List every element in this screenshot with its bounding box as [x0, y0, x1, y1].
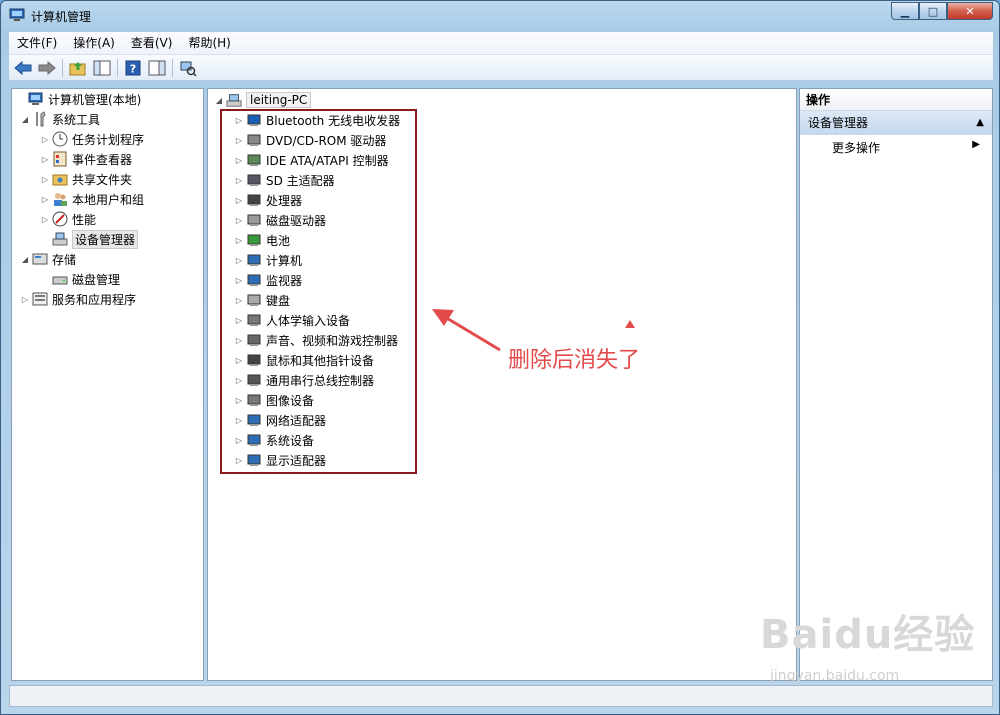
actions-group-device-manager[interactable]: 设备管理器 ▲: [800, 111, 992, 135]
expand-arrow-icon[interactable]: ▷: [40, 135, 50, 144]
computer-name: leiting-PC: [246, 92, 312, 108]
menu-bar: 文件(F) 操作(A) 查看(V) 帮助(H): [9, 32, 993, 55]
scan-hardware-icon: [180, 61, 197, 76]
toolbar-separator: [62, 58, 63, 77]
status-bar: [9, 685, 993, 707]
tree-item-root[interactable]: 计算机管理(本地): [16, 89, 141, 109]
annotation-arrow-icon: [432, 309, 501, 352]
collapse-up-icon[interactable]: ▲: [976, 111, 984, 135]
tree-item-system-tools[interactable]: ◢ 系统工具: [20, 109, 100, 129]
tree-label: 服务和应用程序: [52, 292, 137, 307]
toolbar-separator: [172, 58, 173, 77]
tree-label: 本地用户和组: [72, 192, 145, 207]
close-button[interactable]: ✕: [947, 2, 993, 20]
highlight-box: [220, 109, 417, 474]
svg-text:?: ?: [130, 62, 136, 75]
tree-item-disk-management[interactable]: 磁盘管理: [40, 269, 120, 289]
menu-help[interactable]: 帮助(H): [180, 33, 238, 53]
minimize-icon: ▁: [900, 4, 910, 18]
tree-label-selected: 设备管理器: [72, 229, 139, 249]
computer-management-icon: [28, 91, 44, 107]
tree-label: 存储: [52, 252, 77, 267]
collapse-arrow-icon[interactable]: ◢: [20, 255, 30, 264]
tree-item-local-users[interactable]: ▷ 本地用户和组: [40, 189, 144, 209]
actions-group-label: 设备管理器: [808, 116, 869, 130]
users-icon: [52, 191, 68, 207]
tree-label: 性能: [72, 212, 97, 227]
help-icon: ?: [125, 60, 141, 75]
tree-label: 磁盘管理: [72, 272, 121, 287]
help-button[interactable]: ?: [123, 58, 143, 78]
device-manager-icon: [52, 231, 68, 247]
menu-file[interactable]: 文件(F): [9, 33, 65, 53]
tree-item-storage[interactable]: ◢ 存储: [20, 249, 76, 269]
show-hide-tree-button[interactable]: [92, 58, 112, 78]
console-tree-pane[interactable]: 计算机管理(本地) ◢ 系统工具 ▷ 任务计划程序 ▷ 事件查看器 ▷ 共享文件…: [11, 88, 204, 681]
caption-buttons: ▁ □ ✕: [891, 2, 993, 20]
title-bar[interactable]: 计算机管理 ▁ □ ✕: [1, 1, 999, 31]
window-title: 计算机管理: [31, 10, 92, 24]
toolbar: ?: [9, 55, 993, 81]
maximize-icon: □: [927, 4, 939, 18]
event-viewer-icon: [52, 151, 68, 167]
tree-item-event-viewer[interactable]: ▷ 事件查看器: [40, 149, 132, 169]
device-tree-root[interactable]: ◢ leiting-PC: [214, 90, 312, 110]
tree-item-shared-folders[interactable]: ▷ 共享文件夹: [40, 169, 132, 189]
shared-folder-icon: [52, 171, 68, 187]
tree-label: 系统工具: [52, 112, 101, 127]
close-icon: ✕: [965, 4, 975, 18]
show-hide-action-icon: [148, 60, 166, 75]
back-button[interactable]: [13, 58, 33, 78]
menu-action[interactable]: 操作(A): [65, 33, 123, 53]
disk-icon: [52, 271, 68, 287]
maximize-button[interactable]: □: [919, 2, 947, 20]
forward-icon: [38, 60, 56, 75]
scan-hardware-button[interactable]: [178, 58, 198, 78]
computer-icon: [226, 92, 242, 108]
storage-icon: [32, 251, 48, 267]
tree-label: 事件查看器: [72, 152, 133, 167]
expand-arrow-icon[interactable]: ▷: [40, 175, 50, 184]
performance-icon: [52, 211, 68, 227]
annotation-text: 删除后消失了: [508, 348, 641, 373]
tree-item-task-scheduler[interactable]: ▷ 任务计划程序: [40, 129, 144, 149]
submenu-arrow-icon: ▶: [972, 139, 980, 150]
computer-management-icon: [9, 8, 25, 21]
services-icon: [32, 291, 48, 307]
collapse-arrow-icon[interactable]: ◢: [20, 115, 30, 124]
watermark-logo: Baidu经验: [760, 612, 976, 658]
show-hide-action-button[interactable]: [147, 58, 167, 78]
expand-arrow-icon[interactable]: ▷: [40, 195, 50, 204]
up-folder-icon: [69, 61, 86, 75]
tree-item-device-manager[interactable]: 设备管理器: [40, 229, 139, 249]
up-folder-button[interactable]: [68, 58, 88, 78]
tree-label: 共享文件夹: [72, 172, 133, 187]
tree-item-performance[interactable]: ▷ 性能: [40, 209, 96, 229]
collapse-arrow-icon[interactable]: ◢: [214, 96, 224, 105]
actions-pane: 操作 设备管理器 ▲ 更多操作 ▶: [799, 88, 993, 681]
tree-label: 任务计划程序: [72, 132, 145, 147]
menu-view[interactable]: 查看(V): [123, 33, 181, 53]
actions-header: 操作: [800, 89, 992, 111]
show-hide-tree-icon: [93, 60, 111, 75]
expand-arrow-icon[interactable]: ▷: [40, 155, 50, 164]
watermark-url: jingyan.baidu.com: [770, 668, 900, 684]
forward-button[interactable]: [37, 58, 57, 78]
toolbar-separator: [117, 58, 118, 77]
expand-arrow-icon[interactable]: ▷: [40, 215, 50, 224]
tools-icon: [32, 111, 48, 127]
more-actions-item[interactable]: 更多操作: [832, 139, 880, 156]
tree-item-services-apps[interactable]: ▷ 服务和应用程序: [20, 289, 136, 309]
expand-arrow-icon[interactable]: ▷: [20, 295, 30, 304]
back-icon: [14, 60, 32, 75]
clock-icon: [52, 131, 68, 147]
tree-label: 计算机管理(本地): [48, 92, 142, 107]
mouse-cursor-icon: [625, 320, 635, 328]
minimize-button[interactable]: ▁: [891, 2, 919, 20]
